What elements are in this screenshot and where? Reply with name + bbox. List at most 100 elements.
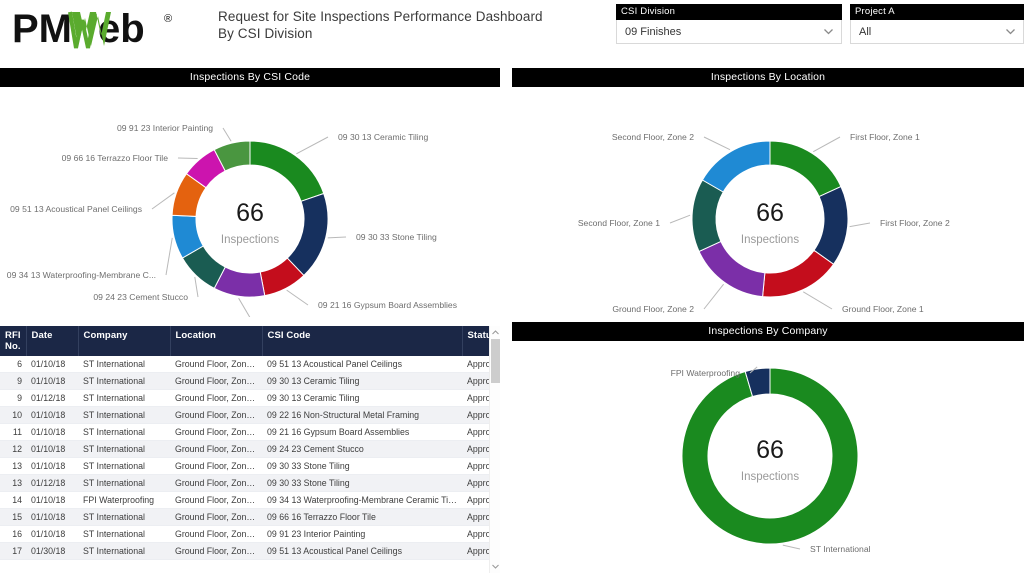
cell-csi: 09 51 13 Acoustical Panel Ceilings (262, 542, 462, 560)
cell-company: ST International (78, 356, 170, 373)
cell-csi: 09 22 16 Non-Structural Metal Framing (262, 406, 462, 424)
chevron-up-icon[interactable] (490, 326, 501, 339)
panel-inspections-by-company: Inspections By Company 66 Inspections ST I… (512, 322, 1024, 573)
donut-category-label: First Floor, Zone 2 (880, 218, 950, 228)
table-row[interactable]: 16 01/10/18 ST International Ground Floor, … (0, 525, 489, 543)
table-row[interactable]: 13 01/12/18 ST International Ground Floor, … (0, 474, 489, 492)
table-row[interactable]: 15 01/10/18 ST International Ground Floor, … (0, 508, 489, 526)
cell-status: Approved (462, 491, 489, 509)
donut-slice[interactable] (249, 140, 325, 202)
table-row[interactable]: 9 01/10/18 ST International Ground Floor, Z… (0, 372, 489, 390)
donut-slice[interactable] (286, 192, 329, 277)
table-header-row: RFI No. Date Company Location CSI Code S… (0, 326, 489, 356)
cell-rfi: 13 (0, 457, 26, 475)
chevron-down-icon[interactable] (490, 560, 501, 573)
donut-slice[interactable] (701, 140, 771, 193)
leader-line (222, 127, 232, 142)
column-header-location[interactable]: Location (170, 326, 263, 356)
donut-center-label: Inspections (221, 234, 279, 246)
chevron-down-icon[interactable] (822, 25, 835, 38)
table-viewport: RFI No. Date Company Location CSI Code S… (0, 326, 489, 573)
cell-company: ST International (78, 474, 170, 492)
cell-location: Ground Floor, Zone 1 (170, 508, 262, 526)
donut-slice[interactable] (762, 249, 835, 298)
donut-slice[interactable] (698, 240, 766, 298)
table-header: RFI No. Date Company Location CSI Code S… (0, 326, 489, 356)
donut-location-svg[interactable]: 66 Inspections First Floor, Zone 1 First Fl… (512, 87, 1024, 317)
panel-inspections-by-location: Inspections By Location 66 Inspections Fir… (512, 68, 1024, 320)
cell-csi: 09 21 16 Gypsum Board Assemblies (262, 423, 462, 441)
scrollbar-thumb[interactable] (491, 339, 500, 383)
donut-category-label: Ground Floor, Zone 2 (612, 304, 694, 314)
table-row[interactable]: 9 01/12/18 ST International Ground Floor, Z… (0, 389, 489, 407)
table-row[interactable]: 17 01/30/18 ST International Ground Floor, … (0, 542, 489, 560)
table-scrollbar[interactable] (489, 326, 500, 573)
cell-date: 01/10/18 (26, 508, 78, 526)
chart-inspections-by-csi-code[interactable]: 66 Inspections 09 30 13 Ceramic Tiling 09 3… (0, 87, 500, 326)
donut-company-svg[interactable]: 66 Inspections ST International FPI Waterpr… (512, 341, 1024, 571)
column-header-company[interactable]: Company (78, 326, 171, 356)
cell-csi: 09 30 33 Stone Tiling (262, 474, 462, 492)
panel-inspections-table: RFI No. Date Company Location CSI Code S… (0, 326, 500, 573)
slicer-csi-division[interactable]: CSI Division 09 Finishes (616, 4, 842, 44)
chevron-down-icon[interactable] (1004, 25, 1017, 38)
cell-date: 01/30/18 (26, 542, 78, 560)
column-header-status[interactable]: Status (462, 326, 489, 356)
cell-location: Ground Floor, Zone 1 (170, 406, 262, 424)
cell-csi: 09 30 33 Stone Tiling (262, 457, 462, 475)
slicer-project-title: Project A (850, 4, 1024, 20)
donut-slice[interactable] (813, 185, 849, 265)
leader-line (286, 289, 309, 306)
slicer-csi-division-dropdown[interactable]: 09 Finishes (616, 20, 842, 44)
cell-date: 01/12/18 (26, 474, 78, 492)
cell-rfi: 14 (0, 491, 26, 509)
chart-inspections-by-location[interactable]: 66 Inspections First Floor, Zone 1 First Fl… (512, 87, 1024, 322)
cell-status: Approved (462, 406, 489, 424)
table-row[interactable]: 12 01/10/18 ST International Ground Floor, … (0, 440, 489, 458)
leader-line (194, 276, 199, 298)
table-row[interactable]: 13 01/10/18 ST International Ground Floor, … (0, 457, 489, 475)
table-row[interactable]: 6 01/10/18 ST International Ground Floor, Z… (0, 356, 489, 373)
cell-status: Approved (462, 542, 489, 560)
donut-slice[interactable] (691, 179, 724, 253)
table-row[interactable]: 14 01/10/18 FPI Waterproofing Ground Floor,… (0, 491, 489, 509)
cell-date: 01/10/18 (26, 372, 78, 390)
donut-category-label: Ground Floor, Zone 1 (842, 304, 924, 314)
donut-center-label: Inspections (741, 471, 799, 483)
cell-status: Approved (462, 372, 489, 390)
cell-company: ST International (78, 440, 170, 458)
cell-csi: 09 30 13 Ceramic Tiling (262, 389, 462, 407)
slicer-project[interactable]: Project A All (850, 4, 1024, 44)
slicer-project-dropdown[interactable]: All (850, 20, 1024, 44)
column-header-date[interactable]: Date (26, 326, 79, 356)
table-row[interactable]: 10 01/10/18 ST International Ground Floor, … (0, 406, 489, 424)
cell-company: ST International (78, 525, 170, 543)
donut-csi-svg[interactable]: 66 Inspections 09 30 13 Ceramic Tiling 09 3… (0, 87, 500, 326)
leader-line (296, 136, 329, 155)
leader-line (813, 136, 841, 153)
table-row[interactable]: 11 01/10/18 ST International Ground Floor, … (0, 423, 489, 441)
inspections-table: RFI No. Date Company Location CSI Code S… (0, 326, 489, 560)
donut-slice[interactable] (769, 140, 842, 198)
column-header-rfi-no[interactable]: RFI No. (0, 326, 27, 356)
cell-csi: 09 24 23 Cement Stucco (262, 440, 462, 458)
pmweb-logo: PM eb ® (12, 6, 204, 52)
cell-date: 01/10/18 (26, 457, 78, 475)
cell-status: Approved (462, 508, 489, 526)
chart-inspections-by-company[interactable]: 66 Inspections ST International FPI Waterpr… (512, 341, 1024, 573)
donut-category-label: ST International (810, 544, 871, 554)
donut-category-label: 09 66 16 Terrazzo Floor Tile (62, 153, 169, 163)
scrollbar-track[interactable] (490, 339, 501, 560)
cell-rfi: 15 (0, 508, 26, 526)
cell-rfi: 11 (0, 423, 26, 441)
svg-text:PM: PM (12, 7, 72, 51)
donut-category-label: 09 30 33 Stone Tiling (356, 232, 437, 242)
cell-csi: 09 51 13 Acoustical Panel Ceilings (262, 356, 462, 373)
leader-line (782, 544, 801, 550)
leader-line (703, 283, 724, 310)
page-title-line-2: By CSI Division (218, 26, 313, 41)
slicer-csi-division-title: CSI Division (616, 4, 842, 20)
leader-line (238, 297, 253, 322)
donut-category-label: 09 51 13 Acoustical Panel Ceilings (10, 204, 142, 214)
column-header-csi-code[interactable]: CSI Code (262, 326, 463, 356)
